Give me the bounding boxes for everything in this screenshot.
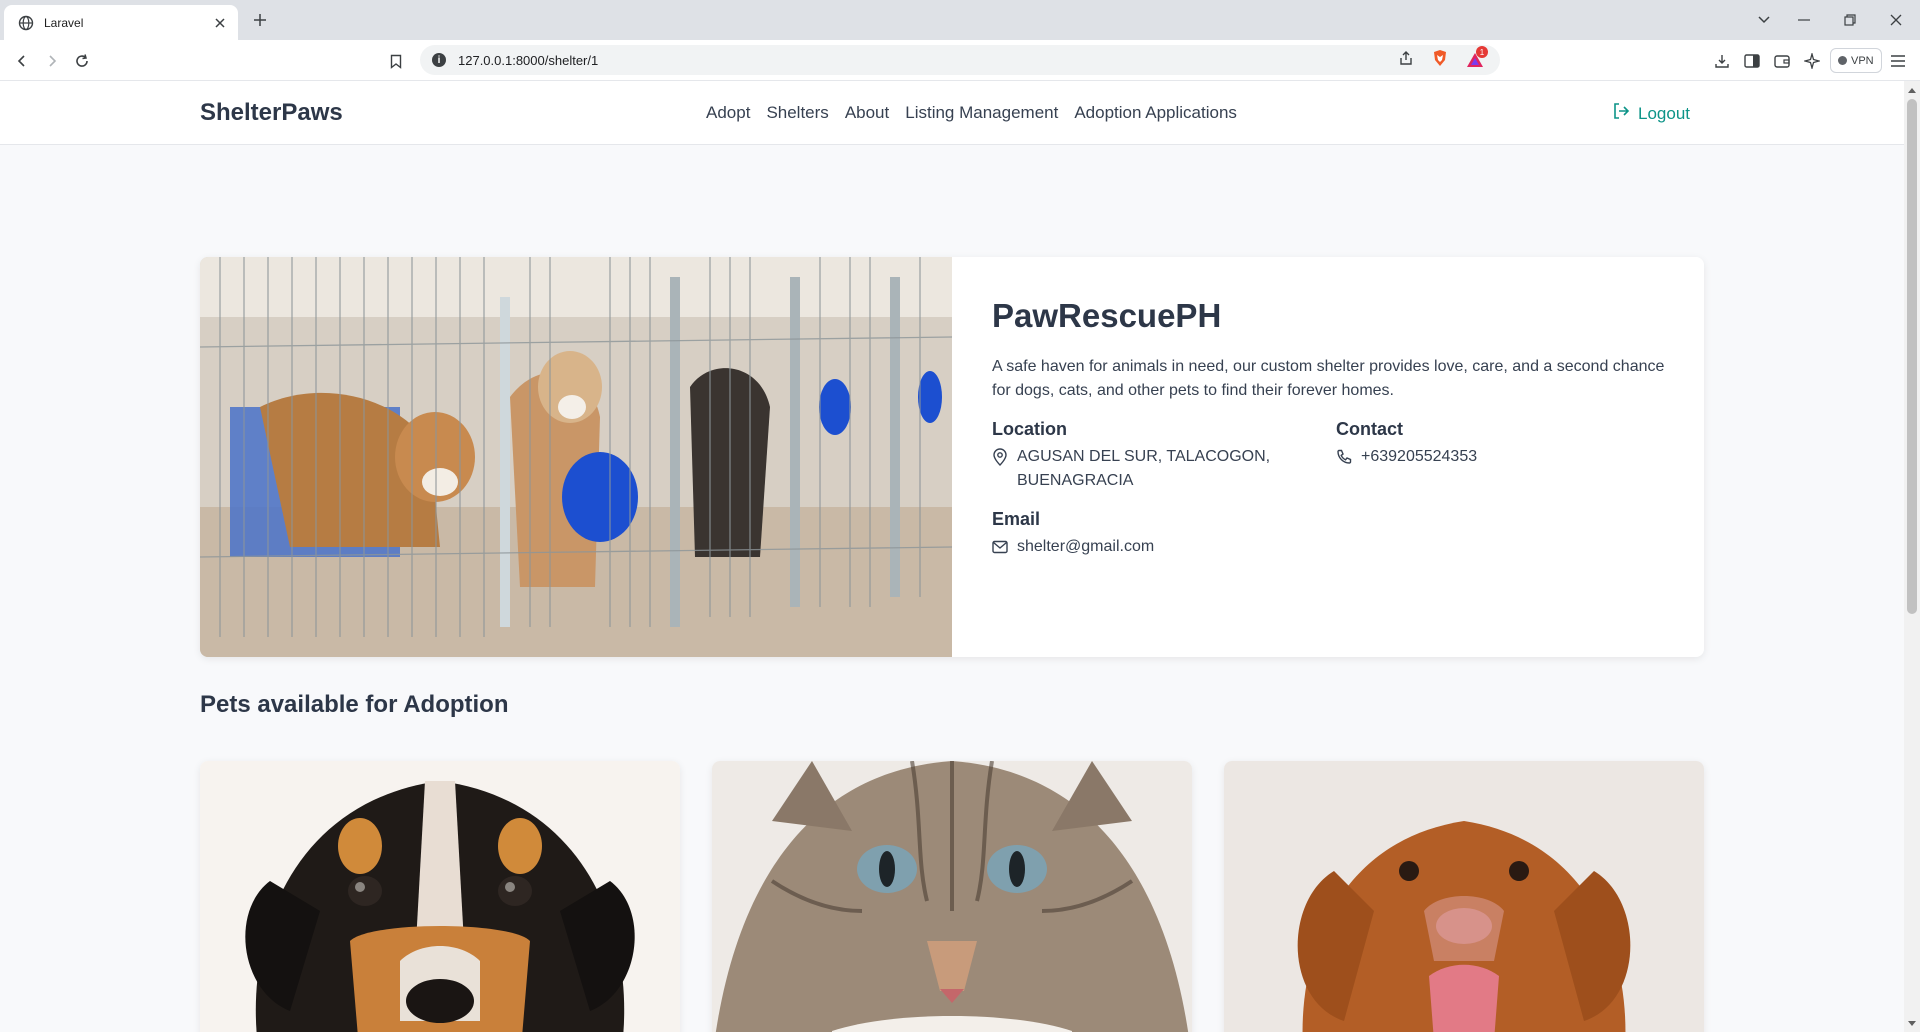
nav-link-listing-management[interactable]: Listing Management [905, 103, 1058, 123]
shelter-photo [200, 257, 953, 657]
location-value: AGUSAN DEL SUR, TALACOGON, BUENAGRACIA [1017, 448, 1271, 489]
map-pin-icon [992, 445, 1009, 469]
contact-label: Contact [1336, 419, 1403, 439]
scroll-down-icon[interactable] [1904, 1016, 1920, 1030]
scroll-up-icon[interactable] [1904, 83, 1920, 97]
share-icon[interactable] [1398, 50, 1414, 71]
pet-card[interactable] [712, 761, 1192, 1032]
location-label: Location [992, 419, 1067, 439]
browser-toolbar: i 127.0.0.1:8000/shelter/1 1 VPN [0, 40, 1920, 81]
address-bar[interactable]: i 127.0.0.1:8000/shelter/1 1 [420, 45, 1500, 75]
back-icon[interactable] [10, 49, 34, 73]
minimize-icon[interactable] [1792, 8, 1816, 32]
brand-logo[interactable]: ShelterPaws [200, 99, 343, 127]
reload-icon[interactable] [70, 49, 94, 73]
pet-photo-cat [712, 761, 1192, 1032]
bookmark-icon[interactable] [384, 49, 408, 73]
leo-ai-icon[interactable] [1800, 49, 1824, 73]
contact-value: +639205524353 [1361, 448, 1478, 465]
notification-badge: 1 [1476, 46, 1488, 58]
logout-button[interactable]: Logout [1612, 102, 1690, 125]
logout-label: Logout [1638, 103, 1690, 123]
shelter-description: A safe haven for animals in need, our cu… [992, 358, 1665, 399]
shelter-name: PawRescuePH [992, 297, 1222, 334]
page-scrollbar[interactable] [1904, 81, 1920, 1032]
download-icon[interactable] [1710, 49, 1734, 73]
site-info-icon[interactable]: i [432, 53, 446, 67]
scrollbar-thumb[interactable] [1907, 99, 1917, 614]
vpn-label: VPN [1851, 54, 1874, 67]
email-label: Email [992, 509, 1041, 529]
location-block: Location AGUSAN DEL SUR, TALACOGON, BUEN… [992, 419, 1336, 493]
sidebar-icon[interactable] [1740, 49, 1764, 73]
browser-tab-strip: Laravel [0, 0, 1920, 40]
browser-tab[interactable]: Laravel [4, 5, 238, 40]
restore-icon[interactable] [1838, 8, 1862, 32]
forward-icon[interactable] [40, 49, 64, 73]
nav-link-about[interactable]: About [845, 103, 889, 123]
tab-title: Laravel [44, 15, 84, 30]
main-nav: Adopt Shelters About Listing Management … [706, 103, 1237, 123]
phone-icon [1336, 445, 1353, 469]
pet-card[interactable] [1224, 761, 1704, 1032]
new-tab-icon[interactable] [250, 10, 270, 30]
email-value: shelter@gmail.com [1017, 538, 1155, 555]
pet-photo-dog [1224, 761, 1704, 1032]
close-window-icon[interactable] [1884, 8, 1908, 32]
tab-search-chevron-icon[interactable] [1752, 8, 1776, 32]
tab-close-icon[interactable] [212, 15, 228, 31]
pet-card[interactable] [200, 761, 680, 1032]
nav-link-shelters[interactable]: Shelters [766, 103, 828, 123]
shelter-info-grid: Location AGUSAN DEL SUR, TALACOGON, BUEN… [992, 419, 1672, 559]
nav-link-adopt[interactable]: Adopt [706, 103, 750, 123]
page-viewport: ShelterPaws Adopt Shelters About Listing… [0, 81, 1904, 1032]
brave-shield-icon[interactable] [1432, 49, 1448, 72]
mail-icon [992, 535, 1009, 559]
site-navbar: ShelterPaws Adopt Shelters About Listing… [0, 81, 1904, 145]
vpn-button[interactable]: VPN [1830, 48, 1882, 73]
rewards-icon[interactable]: 1 [1466, 46, 1488, 68]
globe-icon [18, 15, 34, 31]
shelter-card: PawRescuePH A safe haven for animals in … [200, 257, 1704, 657]
logout-icon [1612, 102, 1630, 125]
nav-link-adoption-applications[interactable]: Adoption Applications [1074, 103, 1237, 123]
vpn-status-icon [1838, 56, 1847, 65]
wallet-icon[interactable] [1770, 49, 1794, 73]
pets-section-title: Pets available for Adoption [200, 691, 509, 718]
email-block: Email shelter@gmail.com [992, 509, 1336, 559]
menu-icon[interactable] [1886, 49, 1910, 73]
shelter-details: PawRescuePH A safe haven for animals in … [992, 297, 1672, 559]
pet-photo-puppy [200, 761, 680, 1032]
contact-block: Contact +639205524353 [1336, 419, 1672, 493]
url-text[interactable]: 127.0.0.1:8000/shelter/1 [458, 53, 1398, 68]
